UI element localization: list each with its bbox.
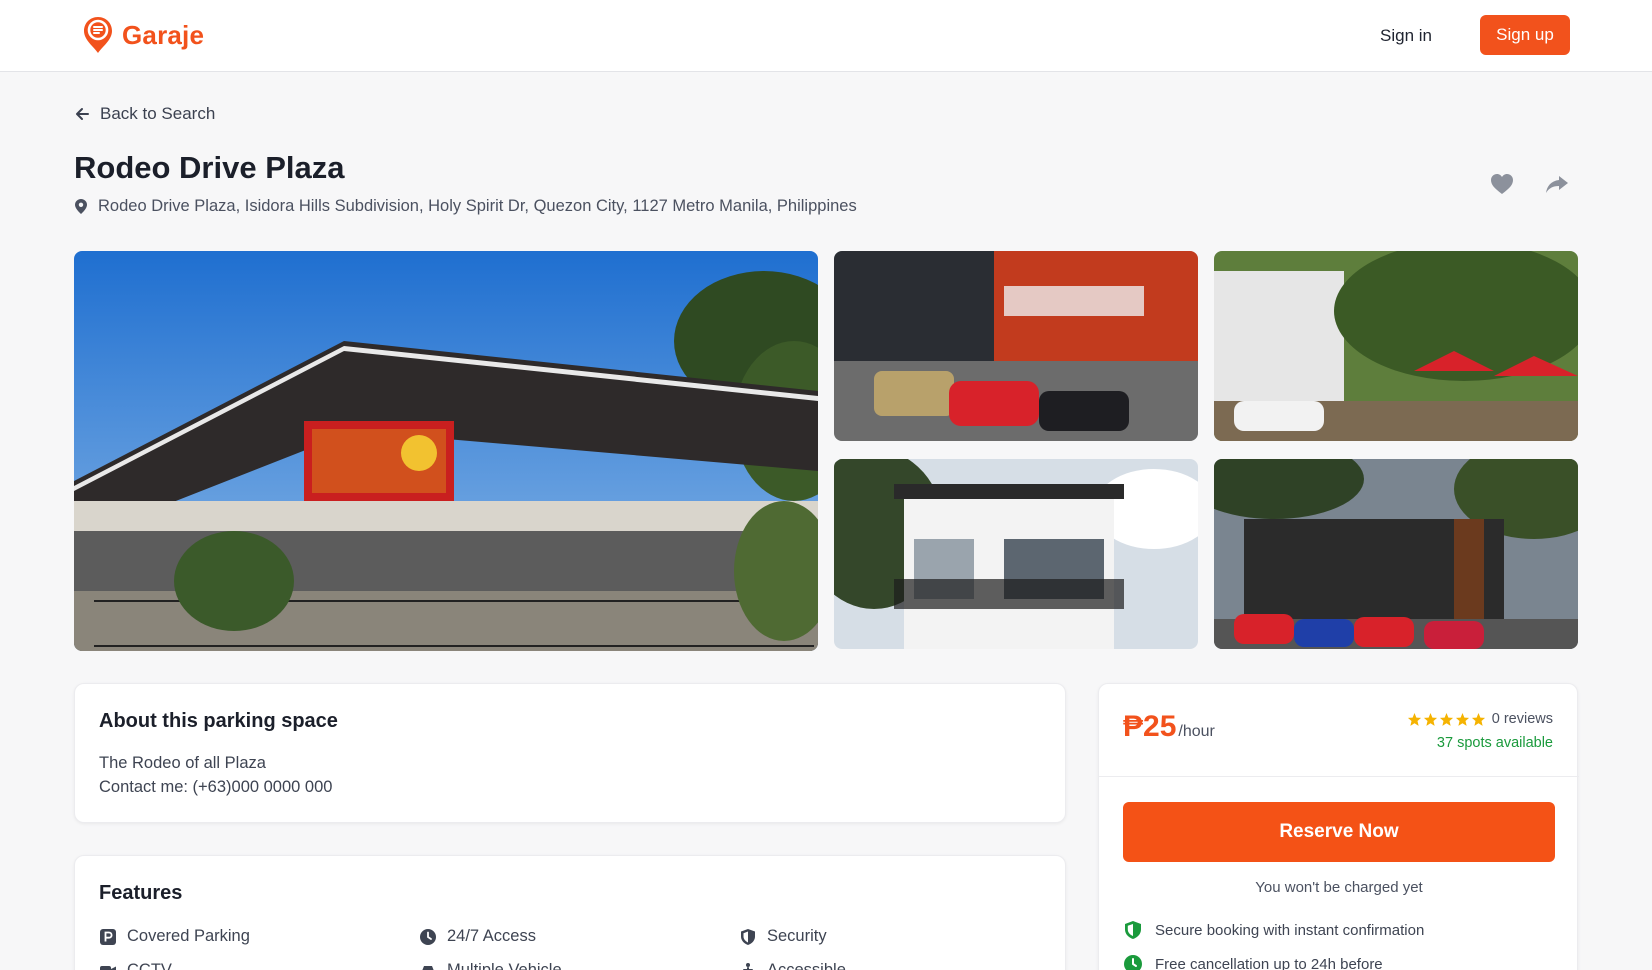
no-charge-note: You won't be charged yet (1255, 879, 1423, 896)
photo-lot-tents (1214, 251, 1578, 441)
share-button[interactable] (1543, 170, 1571, 198)
favorite-button[interactable] (1488, 170, 1516, 198)
parking-icon (100, 928, 116, 945)
reserve-now-button[interactable]: Reserve Now (1123, 802, 1555, 862)
perk-free-cancellation: Free cancellation up to 24h before (1123, 954, 1383, 970)
shield-icon (741, 928, 755, 945)
about-card: About this parking space The Rodeo of al… (74, 683, 1066, 823)
clock-icon (420, 928, 436, 945)
feature-label: Accessible (767, 961, 846, 970)
perk-label: Free cancellation up to 24h before (1155, 955, 1383, 970)
building-photo (74, 251, 818, 651)
top-header: Garaje Sign in Sign up (0, 0, 1652, 72)
price-unit: /hour (1178, 723, 1215, 740)
back-to-search-link[interactable]: Back to Search (74, 104, 215, 124)
feature-security: Security (739, 927, 827, 946)
about-heading: About this parking space (99, 710, 338, 732)
feature-covered-parking: Covered Parking (99, 927, 250, 946)
gallery-thumb-2[interactable] (1214, 251, 1578, 441)
sign-in-link[interactable]: Sign in (1380, 22, 1432, 50)
perk-secure-booking: Secure booking with instant confirmation (1123, 920, 1424, 940)
gallery-thumb-3[interactable] (834, 459, 1198, 649)
gallery-thumb-4[interactable] (1214, 459, 1578, 649)
spots-available: 37 spots available (1436, 735, 1553, 751)
listing-title: Rodeo Drive Plaza (74, 150, 345, 185)
feature-cctv: CCTV (99, 961, 172, 970)
garaje-logo-icon (84, 17, 112, 53)
camera-icon (100, 965, 116, 970)
star-icon (1455, 712, 1469, 726)
shield-check-icon (1125, 921, 1141, 939)
divider (1099, 776, 1579, 777)
photo-containers (834, 251, 1198, 441)
perk-label: Secure booking with instant confirmation (1155, 921, 1425, 939)
feature-label: Covered Parking (127, 927, 250, 945)
price-amount: ₱25 (1123, 710, 1177, 743)
heart-icon (1491, 174, 1513, 194)
brand-name: Garaje (122, 19, 205, 50)
features-card: Features Covered Parking 24/7 Access Sec… (74, 855, 1066, 970)
about-description: The Rodeo of all Plaza (99, 754, 266, 772)
feature-multiple-vehicle: Multiple Vehicle (419, 961, 562, 970)
star-icon (1423, 712, 1437, 726)
accessibility-icon (743, 962, 753, 970)
listing-address: Rodeo Drive Plaza, Isidora Hills Subdivi… (74, 197, 857, 216)
about-contact: Contact me: (+63)000 0000 000 (99, 778, 333, 796)
star-icon (1439, 712, 1453, 726)
feature-label: Security (767, 927, 827, 945)
main-photo[interactable] (74, 251, 818, 651)
feature-24-7-access: 24/7 Access (419, 927, 536, 946)
sign-up-button[interactable]: Sign up (1480, 15, 1570, 55)
review-count[interactable]: 0 reviews (1492, 711, 1553, 727)
rating: 0 reviews (1407, 711, 1553, 727)
photo-white-building (834, 459, 1198, 649)
booking-card: ₱25 /hour 0 reviews 37 spots available R… (1098, 683, 1579, 970)
features-heading: Features (99, 882, 183, 904)
share-icon (1546, 176, 1568, 193)
star-icon (1471, 712, 1485, 726)
feature-accessible: Accessible (739, 961, 846, 970)
price-display: ₱25 /hour (1123, 710, 1215, 744)
star-icon (1407, 712, 1421, 726)
address-text: Rodeo Drive Plaza, Isidora Hills Subdivi… (98, 197, 857, 215)
back-label: Back to Search (100, 104, 216, 123)
feature-label: CCTV (127, 961, 172, 970)
arrow-left-icon (76, 108, 89, 120)
car-icon (422, 965, 434, 970)
star-rating (1407, 712, 1486, 727)
feature-label: Multiple Vehicle (447, 961, 562, 970)
photo-storefront (1214, 459, 1578, 649)
brand-logo[interactable]: Garaje (82, 15, 204, 55)
feature-label: 24/7 Access (447, 927, 536, 945)
gallery-thumb-1[interactable] (834, 251, 1198, 441)
map-pin-icon (75, 199, 87, 214)
clock-icon (1124, 955, 1142, 970)
